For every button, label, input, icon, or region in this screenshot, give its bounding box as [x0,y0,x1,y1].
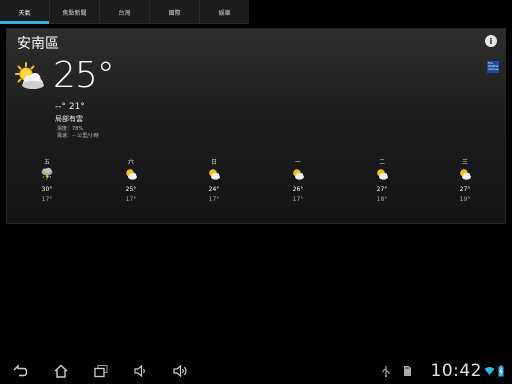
forecast-low: 17° [292,196,304,203]
tab-weather[interactable]: 天氣 [0,0,50,24]
volume-down-icon[interactable] [132,363,148,379]
forecast-high: 25° [125,186,137,193]
battery-charging-icon [498,365,504,377]
tab-label: 國際 [168,9,181,17]
home-icon[interactable] [53,363,69,379]
partly-cloudy-icon [209,169,220,180]
partly-cloudy-icon [377,169,388,180]
usb-icon [382,366,390,377]
volume-up-icon[interactable] [172,363,188,379]
forecast-day[interactable]: 二 27° 18° [362,157,402,203]
forecast-day[interactable]: 五 30° 17° [27,157,67,203]
high-low-temperature: --° 21° [55,102,85,112]
day-name: 六 [127,159,134,166]
forecast-high: 24° [208,186,220,193]
status-clock[interactable]: 10:42 [431,361,483,381]
partly-cloudy-icon [293,169,304,180]
weather-card[interactable]: 安南區 i The Weather Channel 25° --° 21° 局部… [6,28,506,224]
forecast-low: 17° [41,196,53,203]
weather-condition: 局部有雲 [55,115,83,123]
forecast-day[interactable]: 六 25° 17° [111,157,151,203]
day-name: 二 [378,159,385,166]
tab-bar: 天氣 焦點新聞 台灣 國際 娛樂 [0,0,249,24]
day-name: 一 [294,159,301,166]
forecast-day[interactable]: 一 26° 17° [278,157,318,203]
tab-international[interactable]: 國際 [150,0,200,24]
partly-cloudy-icon [460,169,471,180]
tab-taiwan[interactable]: 台灣 [100,0,150,24]
tab-label: 台灣 [118,9,131,17]
humidity-text: 濕度：78% [57,126,84,132]
weather-channel-logo[interactable]: The Weather Channel [487,61,499,73]
forecast-low: 17° [125,196,137,203]
wifi-icon [484,367,495,375]
day-name: 日 [210,159,217,166]
tab-label: 天氣 [18,9,31,17]
forecast-high: 27° [376,186,388,193]
forecast-day[interactable]: 三 27° 19° [445,157,485,203]
info-icon[interactable]: i [485,35,497,47]
partly-cloudy-icon [15,62,44,89]
logo-text: The Weather Channel [488,62,499,71]
forecast-day[interactable]: 日 24° 17° [194,157,234,203]
tab-label: 焦點新聞 [62,9,87,17]
tab-entertainment[interactable]: 娛樂 [200,0,249,24]
forecast-low: 18° [376,196,388,203]
day-name: 五 [43,159,50,166]
back-icon[interactable] [12,363,28,379]
recent-apps-icon[interactable] [93,363,109,379]
partly-cloudy-icon [126,169,137,180]
forecast-high: 27° [459,186,471,193]
forecast-low: 17° [208,196,220,203]
day-name: 三 [461,159,468,166]
forecast-low: 19° [459,196,471,203]
sd-card-icon [404,366,411,376]
forecast-high: 26° [292,186,304,193]
current-temperature: 25° [53,55,115,96]
tab-label: 娛樂 [218,9,231,17]
location-name: 安南區 [17,36,59,52]
wind-speed-text: 風速：-- 公里/小時 [57,133,99,139]
tab-top-news[interactable]: 焦點新聞 [50,0,100,24]
system-bar: 10:42 [0,358,512,384]
forecast-row: 五 30° 17° 六 25° 17° 日 24° 17° 一 26° 17° … [7,157,505,217]
forecast-high: 30° [41,186,53,193]
thunderstorm-icon [41,167,53,181]
